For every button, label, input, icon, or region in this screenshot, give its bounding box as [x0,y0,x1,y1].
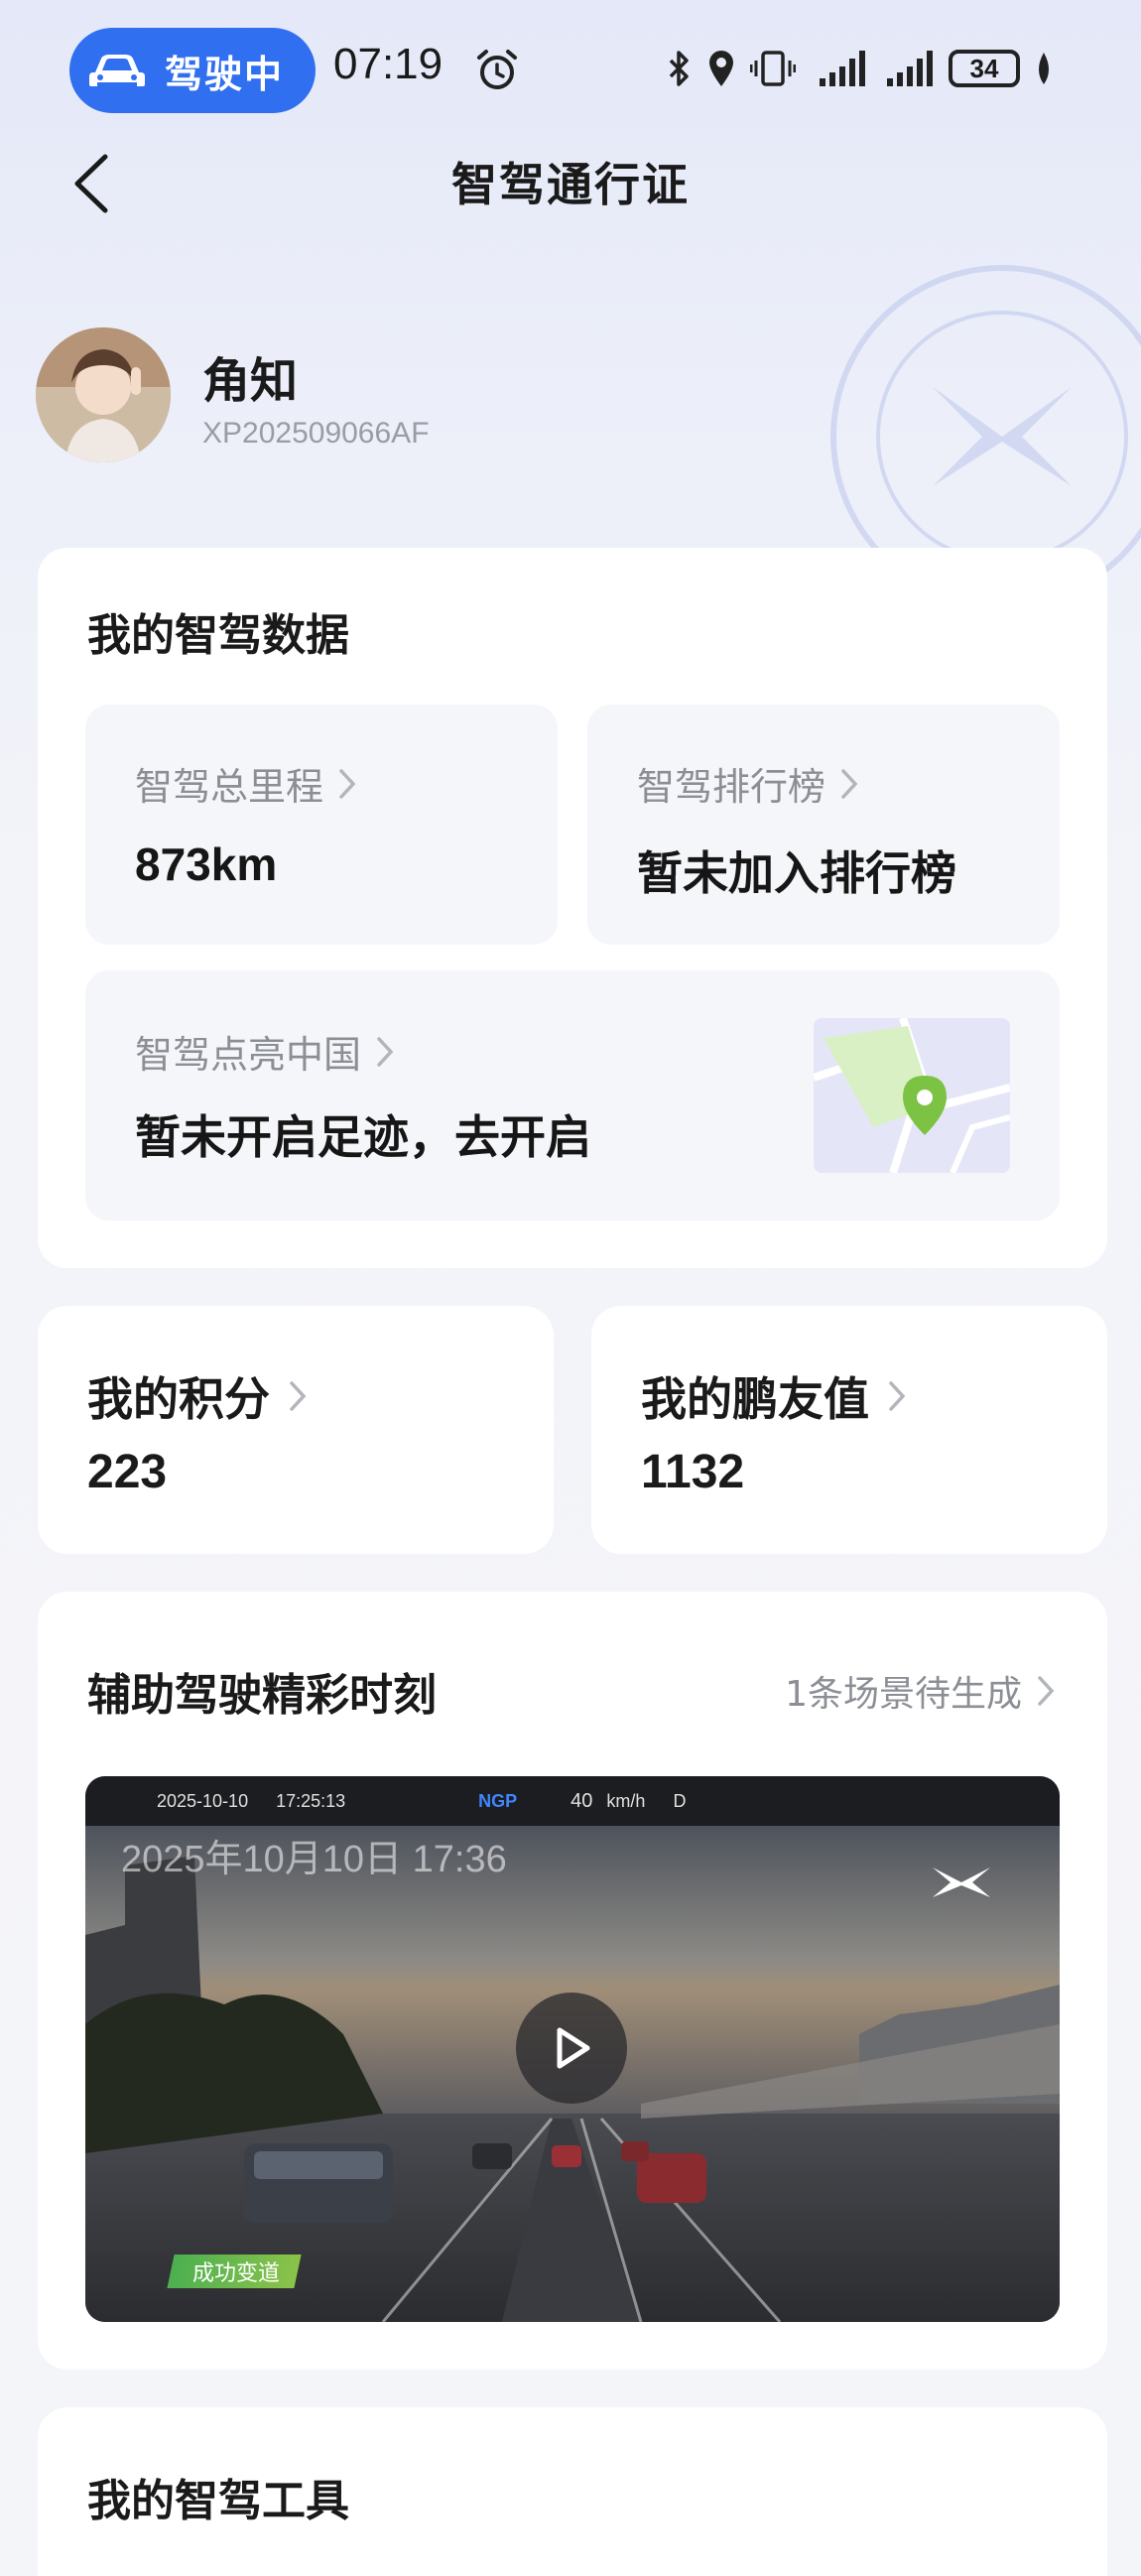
leaderboard-label: 智驾排行榜 [637,765,826,809]
points-label-row: 我的积分 [87,1363,308,1429]
driving-status-label: 驾驶中 [165,52,285,96]
battery-indicator: 34 [949,50,1020,87]
light-up-china-label-row: 智驾点亮中国 [135,1024,395,1079]
points-label: 我的积分 [87,1372,270,1426]
leaf-icon [1039,53,1049,84]
chevron-right-icon [1038,1676,1055,1706]
play-button[interactable] [516,1993,627,2104]
status-icons: 34 [667,44,1054,93]
light-up-china-label: 智驾点亮中国 [135,1033,362,1077]
page-title: 智驾通行证 [451,158,690,211]
map-thumbnail-icon [814,1018,1010,1173]
hud-unit: km/h [606,1790,646,1811]
status-time: 07:19 [333,40,444,88]
chevron-right-icon [889,1381,906,1411]
video-hud-bar: 2025-10-10 17:25:13 NGP 40 km/h D [85,1776,1060,1826]
lane-change-tag-label: 成功变道 [192,2261,281,2286]
chevron-right-icon [290,1381,307,1411]
leaderboard-value: 暂未加入排行榜 [637,846,956,900]
peng-friend-card[interactable]: 我的鹏友值 1132 [591,1306,1107,1554]
points-card[interactable]: 我的积分 223 [38,1306,554,1554]
user-name: 角知 [202,353,299,409]
alarm-icon [477,50,517,89]
total-mileage-tile[interactable]: 智驾总里程 873km [85,705,558,945]
user-id: XP202509066AF [202,417,430,450]
car-icon [89,55,145,86]
peng-friend-label: 我的鹏友值 [641,1372,869,1426]
hud-speed: 40 [570,1789,593,1812]
total-mileage-value: 873km [135,838,278,890]
video-overlay-date: 2025年10月10日 17:36 [121,1839,507,1880]
play-icon [557,2027,590,2069]
avatar[interactable] [36,327,171,462]
leaderboard-tile[interactable]: 智驾排行榜 暂未加入排行榜 [587,705,1060,945]
highlights-title: 辅助驾驶精彩时刻 [87,1670,437,1721]
hud-time: 17:25:13 [276,1790,346,1811]
hud-mode: NGP [478,1790,518,1811]
peng-friend-value: 1132 [641,1446,745,1498]
leaderboard-label-row: 智驾排行榜 [637,756,859,811]
total-mileage-label-row: 智驾总里程 [135,756,357,811]
pending-scenes-text: 1条场景待生成 [785,1674,1022,1715]
card-title: 我的智驾数据 [87,610,349,661]
cellular-signal-icon [820,51,865,86]
points-value: 223 [87,1446,168,1498]
tools-card: 我的智驾工具 [38,2407,1107,2576]
light-up-china-tile[interactable]: 智驾点亮中国 暂未开启足迹，去开启 [85,970,1060,1221]
driving-status-pill[interactable]: 驾驶中 [69,28,316,113]
hud-gear: D [673,1790,687,1811]
lane-change-tag: 成功变道 [167,2254,302,2288]
total-mileage-label: 智驾总里程 [135,765,324,809]
light-up-china-value: 暂未开启足迹，去开启 [135,1110,591,1164]
xpeng-logo-icon [933,1868,990,1897]
smart-driving-data-card: 我的智驾数据 智驾总里程 873km 智驾排行榜 暂未加入排行榜 智驾点亮中国 … [38,548,1107,1268]
highlight-video[interactable]: 2025-10-10 17:25:13 NGP 40 km/h D 2025年1… [85,1776,1060,2322]
chevron-right-icon [339,768,356,799]
tools-title: 我的智驾工具 [87,2476,349,2526]
hud-date: 2025-10-10 [157,1790,249,1811]
chevron-right-icon [841,768,858,799]
vibrate-icon [750,51,796,86]
bluetooth-icon [669,51,689,86]
peng-friend-label-row: 我的鹏友值 [641,1363,907,1429]
chevron-right-icon [377,1036,394,1067]
avatar-photo [36,327,171,462]
pending-scenes-link[interactable]: 1条场景待生成 [785,1665,1056,1717]
location-icon [709,51,733,86]
cellular-signal-2-icon [887,51,933,86]
